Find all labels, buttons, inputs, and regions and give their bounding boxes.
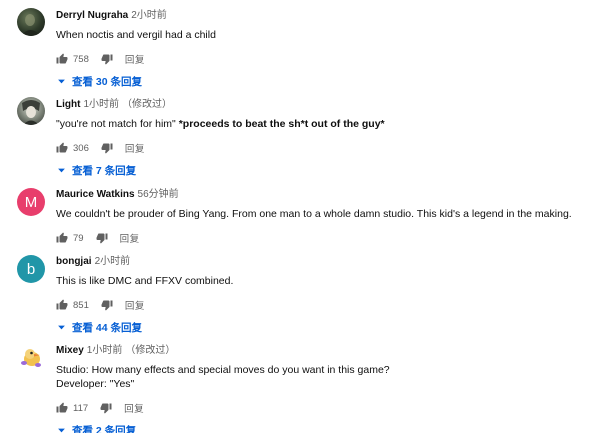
author-name[interactable]: bongjai [56, 256, 92, 267]
edited-label: （修改过） [125, 345, 176, 356]
thumbs-down-icon[interactable] [100, 402, 112, 414]
caret-down-icon [57, 77, 66, 86]
author-name[interactable]: Derryl Nugraha [56, 10, 128, 21]
reply-button[interactable]: 回复 [125, 52, 145, 66]
avatar[interactable] [17, 8, 45, 36]
comment-text-plain: "you're not match for him" [56, 118, 179, 130]
caret-down-icon [57, 166, 66, 175]
author-name[interactable]: Maurice Watkins [56, 189, 135, 200]
reply-button[interactable]: 回复 [125, 141, 145, 155]
view-replies-button[interactable]: 查看 7 条回复 [56, 163, 590, 177]
action-bar: 306 回复 [56, 140, 590, 156]
timestamp[interactable]: 56分钟前 [138, 189, 179, 200]
thumbs-up-icon[interactable] [56, 232, 68, 244]
thumbs-up-icon[interactable] [56, 299, 68, 311]
reply-button[interactable]: 回复 [124, 401, 144, 415]
reply-button[interactable]: 回复 [125, 298, 145, 312]
comment-text: We couldn't be prouder of Bing Yang. Fro… [56, 208, 572, 220]
like-count: 117 [73, 402, 89, 414]
comment-header: Mixey 1小时前 （修改过） [56, 344, 590, 357]
timestamp[interactable]: 2小时前 [95, 256, 131, 267]
avatar[interactable]: b [17, 255, 45, 283]
like-count: 306 [73, 142, 89, 154]
timestamp[interactable]: 2小时前 [131, 10, 167, 21]
thumbs-down-icon[interactable] [101, 142, 113, 154]
action-bar: 79 回复 [56, 230, 590, 246]
comment-text: When noctis and vergil had a child [56, 29, 216, 41]
author-name[interactable]: Mixey [56, 345, 84, 356]
avatar-letter: b [26, 260, 36, 278]
view-replies-label: 查看 30 条回复 [72, 75, 143, 88]
avatar[interactable]: M [17, 188, 45, 216]
thumbs-up-icon[interactable] [56, 402, 68, 414]
thumbs-down-icon[interactable] [96, 232, 108, 244]
comment-header: bongjai 2小时前 [56, 255, 590, 268]
caret-down-icon [57, 426, 66, 433]
like-count: 851 [73, 299, 89, 311]
comment-header: Maurice Watkins 56分钟前 [56, 188, 590, 201]
comment-text: This is like DMC and FFXV combined. [56, 275, 234, 287]
comment-text: "you're not match for him" *proceeds to … [56, 117, 590, 131]
dark-photo-avatar-icon [21, 14, 41, 36]
anime-character-avatar-icon [22, 100, 40, 125]
view-replies-label: 查看 7 条回复 [72, 164, 137, 177]
edited-label: （修改过） [122, 99, 172, 110]
thumbs-up-icon[interactable] [56, 53, 68, 65]
timestamp[interactable]: 1小时前 [87, 345, 123, 356]
thumbs-down-icon[interactable] [101, 299, 113, 311]
action-bar: 758 回复 [56, 51, 590, 67]
caret-down-icon [57, 323, 66, 332]
like-count: 79 [73, 232, 84, 244]
comment-text-bold: *proceeds to beat the sh*t out of the gu… [178, 118, 385, 130]
cartoon-duck-avatar-icon [21, 349, 41, 367]
comment-header: Light 1小时前 （修改过） [56, 98, 590, 111]
view-replies-label: 查看 44 条回复 [72, 321, 143, 334]
like-count: 758 [73, 53, 89, 65]
view-replies-button[interactable]: 查看 2 条回复 [56, 423, 590, 433]
action-bar: 851 回复 [56, 297, 590, 313]
avatar[interactable] [17, 343, 45, 371]
comment-text: Studio: How many effects and special mov… [56, 364, 390, 390]
thumbs-down-icon[interactable] [101, 53, 113, 65]
view-replies-button[interactable]: 查看 30 条回复 [56, 74, 590, 88]
avatar[interactable] [17, 97, 45, 125]
view-replies-label: 查看 2 条回复 [72, 424, 137, 433]
thumbs-up-icon[interactable] [56, 142, 68, 154]
action-bar: 117 回复 [56, 400, 590, 416]
author-name[interactable]: Light [56, 99, 80, 110]
view-replies-button[interactable]: 查看 44 条回复 [56, 320, 590, 334]
reply-button[interactable]: 回复 [120, 231, 140, 245]
comment-header: Derryl Nugraha 2小时前 [56, 9, 590, 22]
timestamp[interactable]: 1小时前 [83, 99, 119, 110]
avatar-letter: M [24, 193, 38, 211]
